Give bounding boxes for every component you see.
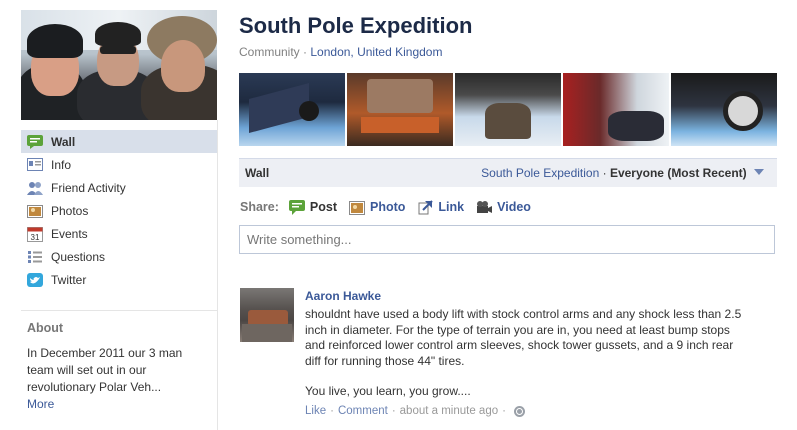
- sidebar-item-wall[interactable]: Wall: [21, 130, 217, 153]
- sidebar-item-friend-activity[interactable]: Friend Activity: [21, 176, 217, 199]
- share-row: Share: Post Photo Link Video: [240, 198, 543, 216]
- left-column: Wall Info Friend Activity Photos 31 Even…: [0, 0, 218, 430]
- calendar-icon: 31: [27, 226, 43, 242]
- globe-icon: [513, 405, 525, 417]
- photo-thumbnail[interactable]: [239, 73, 345, 146]
- video-camera-icon: [476, 200, 493, 215]
- about-more-link[interactable]: More: [27, 397, 54, 411]
- share-post-button[interactable]: Post: [288, 199, 337, 215]
- share-photo-button[interactable]: Photo: [349, 200, 405, 215]
- sidebar-item-label: Photos: [51, 203, 89, 218]
- share-label: Share:: [240, 200, 279, 214]
- avatar[interactable]: [240, 288, 294, 342]
- sidebar-item-label: Info: [51, 157, 72, 172]
- like-link[interactable]: Like: [305, 405, 326, 417]
- calendar-icon-text: 31: [31, 233, 40, 242]
- photo-thumbnail[interactable]: [347, 73, 453, 146]
- sidebar-item-info[interactable]: Info: [21, 153, 217, 176]
- share-link-label: Link: [438, 200, 465, 214]
- photos-icon: [27, 204, 43, 218]
- share-video-label: Video: [497, 200, 531, 214]
- post-text: shouldnt have used a body lift with stoc…: [305, 307, 742, 368]
- sidebar-item-label: Events: [51, 226, 88, 241]
- comment-link[interactable]: Comment: [338, 405, 388, 417]
- sidebar-item-label: Questions: [51, 249, 106, 264]
- sidebar-item-twitter[interactable]: Twitter: [21, 268, 217, 291]
- friends-icon: [27, 181, 43, 195]
- info-card-icon: [27, 157, 43, 172]
- page-location-link[interactable]: London, United Kingdom: [310, 45, 442, 59]
- photo-thumbnail[interactable]: [455, 73, 561, 146]
- post-text: You live, you learn, you grow....: [305, 384, 471, 398]
- wall-header-bar: Wall South Pole Expedition · Everyone (M…: [239, 158, 777, 187]
- share-post-label: Post: [309, 200, 337, 214]
- photo-thumbnail[interactable]: [563, 73, 669, 146]
- share-photo-label: Photo: [370, 200, 406, 214]
- composer-box: [239, 225, 775, 254]
- sidebar-item-label: Twitter: [51, 272, 87, 287]
- sidebar-item-label: Wall: [51, 134, 76, 149]
- about-title: About: [27, 321, 64, 335]
- post-speech-icon: [288, 199, 305, 215]
- twitter-bird-icon: [27, 272, 43, 287]
- page-category[interactable]: Community: [239, 45, 300, 59]
- about-divider: [21, 310, 217, 311]
- column-divider: [217, 120, 218, 430]
- post-timestamp[interactable]: about a minute ago: [400, 405, 498, 417]
- wall-speech-icon: [27, 134, 43, 149]
- sidebar-item-label: Friend Activity: [51, 180, 126, 195]
- questions-icon: [27, 250, 43, 264]
- share-video-button[interactable]: Video: [476, 200, 531, 215]
- page-subtitle: Community · London, United Kingdom: [239, 45, 443, 59]
- wall-filter-page[interactable]: South Pole Expedition: [481, 166, 599, 180]
- about-text: In December 2011 our 3 man team will set…: [27, 346, 183, 394]
- sidebar-nav: Wall Info Friend Activity Photos 31 Even…: [21, 130, 217, 291]
- photo-icon: [349, 200, 365, 215]
- photo-thumbnail[interactable]: [671, 73, 777, 146]
- post-divider: [239, 270, 777, 271]
- wall-title: Wall: [245, 166, 270, 180]
- wall-filter[interactable]: South Pole Expedition · Everyone (Most R…: [481, 166, 764, 180]
- photo-strip: [239, 73, 777, 146]
- wall-filter-mode[interactable]: Everyone (Most Recent): [610, 166, 747, 180]
- write-something-input[interactable]: [240, 226, 774, 252]
- profile-picture[interactable]: [21, 10, 217, 120]
- sidebar-item-events[interactable]: 31 Events: [21, 222, 217, 245]
- share-link-button[interactable]: Link: [417, 199, 465, 215]
- page-title: South Pole Expedition: [239, 13, 473, 38]
- post-body: shouldnt have used a body lift with stoc…: [305, 307, 745, 400]
- sidebar-item-questions[interactable]: Questions: [21, 245, 217, 268]
- chevron-down-icon[interactable]: [754, 169, 764, 175]
- link-icon: [417, 199, 434, 215]
- post-author-link[interactable]: Aaron Hawke: [305, 289, 381, 303]
- post-meta: Like · Comment · about a minute ago ·: [305, 405, 525, 417]
- sidebar-item-photos[interactable]: Photos: [21, 199, 217, 222]
